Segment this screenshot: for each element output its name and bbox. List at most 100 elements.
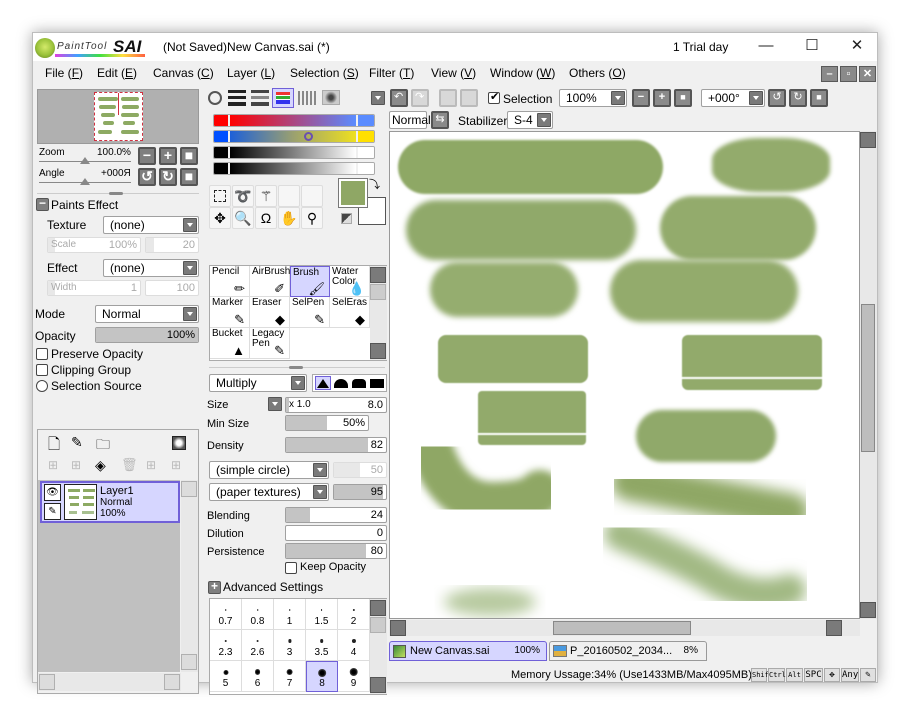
canvas-rotate-right-button[interactable]: ↻ xyxy=(789,89,807,107)
canvas-vscroll-thumb[interactable] xyxy=(861,304,875,452)
effect-width-field[interactable]: Width 1 xyxy=(47,280,141,296)
transparent-color-icon[interactable] xyxy=(341,213,352,224)
brush-tool-seleras[interactable]: SelEras ◆ xyxy=(330,297,370,328)
zoom-slider-handle[interactable] xyxy=(80,157,90,164)
shape-square-button[interactable] xyxy=(369,377,385,391)
persistence-slider[interactable]: 80 xyxy=(285,543,387,559)
value-slider[interactable] xyxy=(213,162,375,175)
mdi-restore-button[interactable]: ▫ xyxy=(840,66,857,82)
zoom-in-button[interactable]: + xyxy=(159,147,177,165)
menu-view[interactable]: View (V) xyxy=(431,66,476,80)
lasso-tool[interactable]: ➰ xyxy=(232,185,254,207)
brush-shape-select[interactable]: (simple circle) xyxy=(209,461,329,479)
menu-file[interactable]: File (F) xyxy=(45,66,83,80)
menu-others[interactable]: Others (O) xyxy=(569,66,626,80)
zoom-reset-button[interactable]: ■ xyxy=(180,147,198,165)
brush-size-preset[interactable]: 3 xyxy=(274,630,306,661)
navigator-preview[interactable] xyxy=(37,89,199,144)
shape-rounded-square-button[interactable] xyxy=(351,377,367,391)
collapse-paint-effect-icon[interactable]: − xyxy=(36,197,49,211)
minimize-button[interactable]: — xyxy=(751,37,781,57)
scroll-down-button[interactable] xyxy=(860,602,876,618)
brush-tool-airbrush[interactable]: AirBrush ✐ xyxy=(250,266,290,297)
invert-selection-button[interactable] xyxy=(460,89,478,107)
brush-size-preset[interactable]: 4 xyxy=(338,630,370,661)
mdi-minimize-button[interactable]: – xyxy=(821,66,838,82)
scroll-thumb[interactable] xyxy=(370,284,386,300)
shape-pointed-button[interactable] xyxy=(315,376,331,390)
copy-layer-icon[interactable]: ⊞ xyxy=(48,458,58,472)
texture-strength-field[interactable]: 20 xyxy=(145,237,199,253)
brush-size-preset[interactable]: 2.3 xyxy=(210,630,242,661)
redo-button[interactable]: ↷ xyxy=(411,89,429,107)
canvas-vertical-scrollbar[interactable] xyxy=(860,131,877,619)
canvas-angle-select[interactable]: +000° xyxy=(701,89,765,107)
rect-select-tool[interactable] xyxy=(209,185,231,207)
canvas-rotate-reset-button[interactable]: ■ xyxy=(810,89,828,107)
canvas-zoom-in-button[interactable]: + xyxy=(653,89,671,107)
color-mixer-tab[interactable] xyxy=(272,88,294,108)
canvas-blend-mode[interactable]: Normal xyxy=(389,111,431,129)
menu-window[interactable]: Window (W) xyxy=(490,66,555,80)
eyedropper-tool[interactable]: ⚲ xyxy=(301,207,323,229)
brush-size-preset[interactable]: 0.7 xyxy=(210,599,242,630)
hand-tool[interactable]: ✋ xyxy=(278,207,300,229)
panel-resize-grip[interactable] xyxy=(289,366,303,369)
doc-tab-new-canvas[interactable]: New Canvas.sai 100% xyxy=(389,641,547,661)
rgb-slider-icon[interactable] xyxy=(228,90,246,106)
close-button[interactable]: ✕ xyxy=(842,37,872,57)
canvas-horizontal-scrollbar[interactable] xyxy=(389,620,860,636)
clear-layer-icon[interactable]: ◈ xyxy=(95,457,106,474)
brush-palette-scrollbar[interactable] xyxy=(370,266,387,360)
brush-tool-legacy-pen[interactable]: Legacy Pen ✎ xyxy=(250,328,290,359)
dilution-slider[interactable]: 0 xyxy=(285,525,387,541)
layer-mask-icon[interactable] xyxy=(172,436,186,450)
visibility-eye-icon[interactable]: 👁 xyxy=(44,484,61,501)
scratchpad-icon[interactable] xyxy=(322,90,340,105)
texture-select[interactable]: (none) xyxy=(103,216,199,234)
menu-filter[interactable]: Filter (T) xyxy=(369,66,414,80)
flip-canvas-button[interactable]: ⇆ xyxy=(431,111,449,129)
brush-tool-brush[interactable]: Brush 🖌 xyxy=(290,266,330,297)
scroll-thumb[interactable] xyxy=(370,617,386,633)
blending-slider[interactable]: 24 xyxy=(285,507,387,523)
selection-checkbox[interactable]: ✔ xyxy=(488,91,500,104)
brush-size-preset[interactable]: 1.5 xyxy=(306,599,338,630)
canvas-zoom-reset-button[interactable]: ■ xyxy=(674,89,692,107)
foreground-color-swatch[interactable] xyxy=(338,178,368,208)
rotate-reset-button[interactable]: ■ xyxy=(180,168,198,186)
brush-size-preset[interactable]: 1 xyxy=(274,599,306,630)
swatches-icon[interactable] xyxy=(298,91,316,105)
canvas-hscroll-thumb[interactable] xyxy=(553,621,691,635)
texture-scale-field[interactable]: Scale 100% xyxy=(47,237,141,253)
red-slider[interactable] xyxy=(213,114,375,127)
min-size-slider[interactable]: 50% xyxy=(285,415,369,431)
scroll-up-button[interactable] xyxy=(181,481,197,497)
maximize-button[interactable]: ☐ xyxy=(797,37,827,57)
expand-advanced-icon[interactable]: + xyxy=(208,580,221,594)
brush-tool-pencil[interactable]: Pencil ✏ xyxy=(210,266,250,297)
layer-row[interactable]: 👁 ✎ Layer1 Normal 100% xyxy=(40,481,180,523)
brush-size-preset[interactable]: 0.8 xyxy=(242,599,274,630)
deselect-button[interactable] xyxy=(439,89,457,107)
merge-visible-icon[interactable]: ⊞ xyxy=(171,458,181,472)
brush-blend-mode-select[interactable]: Multiply xyxy=(209,374,307,392)
menu-edit[interactable]: Edit (E) xyxy=(97,66,137,80)
layer-opacity-slider[interactable]: 100% xyxy=(95,327,199,343)
menu-layer[interactable]: Layer (L) xyxy=(227,66,275,80)
scroll-up-button[interactable] xyxy=(860,132,876,148)
zoom-tool[interactable]: 🔍 xyxy=(232,207,254,229)
color-wheel-icon[interactable] xyxy=(208,91,222,105)
merge-down-icon[interactable]: ⊞ xyxy=(146,458,156,472)
color-panel-menu[interactable] xyxy=(370,90,386,108)
new-linework-layer-icon[interactable]: ✎ xyxy=(71,434,83,451)
effect-select[interactable]: (none) xyxy=(103,259,199,277)
angle-slider-handle[interactable] xyxy=(80,178,90,185)
menu-canvas[interactable]: Canvas (C) xyxy=(153,66,214,80)
brush-tool-selpen[interactable]: SelPen ✎ xyxy=(290,297,330,328)
mdi-close-button[interactable]: ✕ xyxy=(859,66,876,82)
saturation-slider[interactable] xyxy=(213,146,375,159)
clipping-group-checkbox[interactable] xyxy=(36,364,48,376)
brush-tool-eraser[interactable]: Eraser ◆ xyxy=(250,297,290,328)
rotate-tool[interactable]: Ω xyxy=(255,207,277,229)
